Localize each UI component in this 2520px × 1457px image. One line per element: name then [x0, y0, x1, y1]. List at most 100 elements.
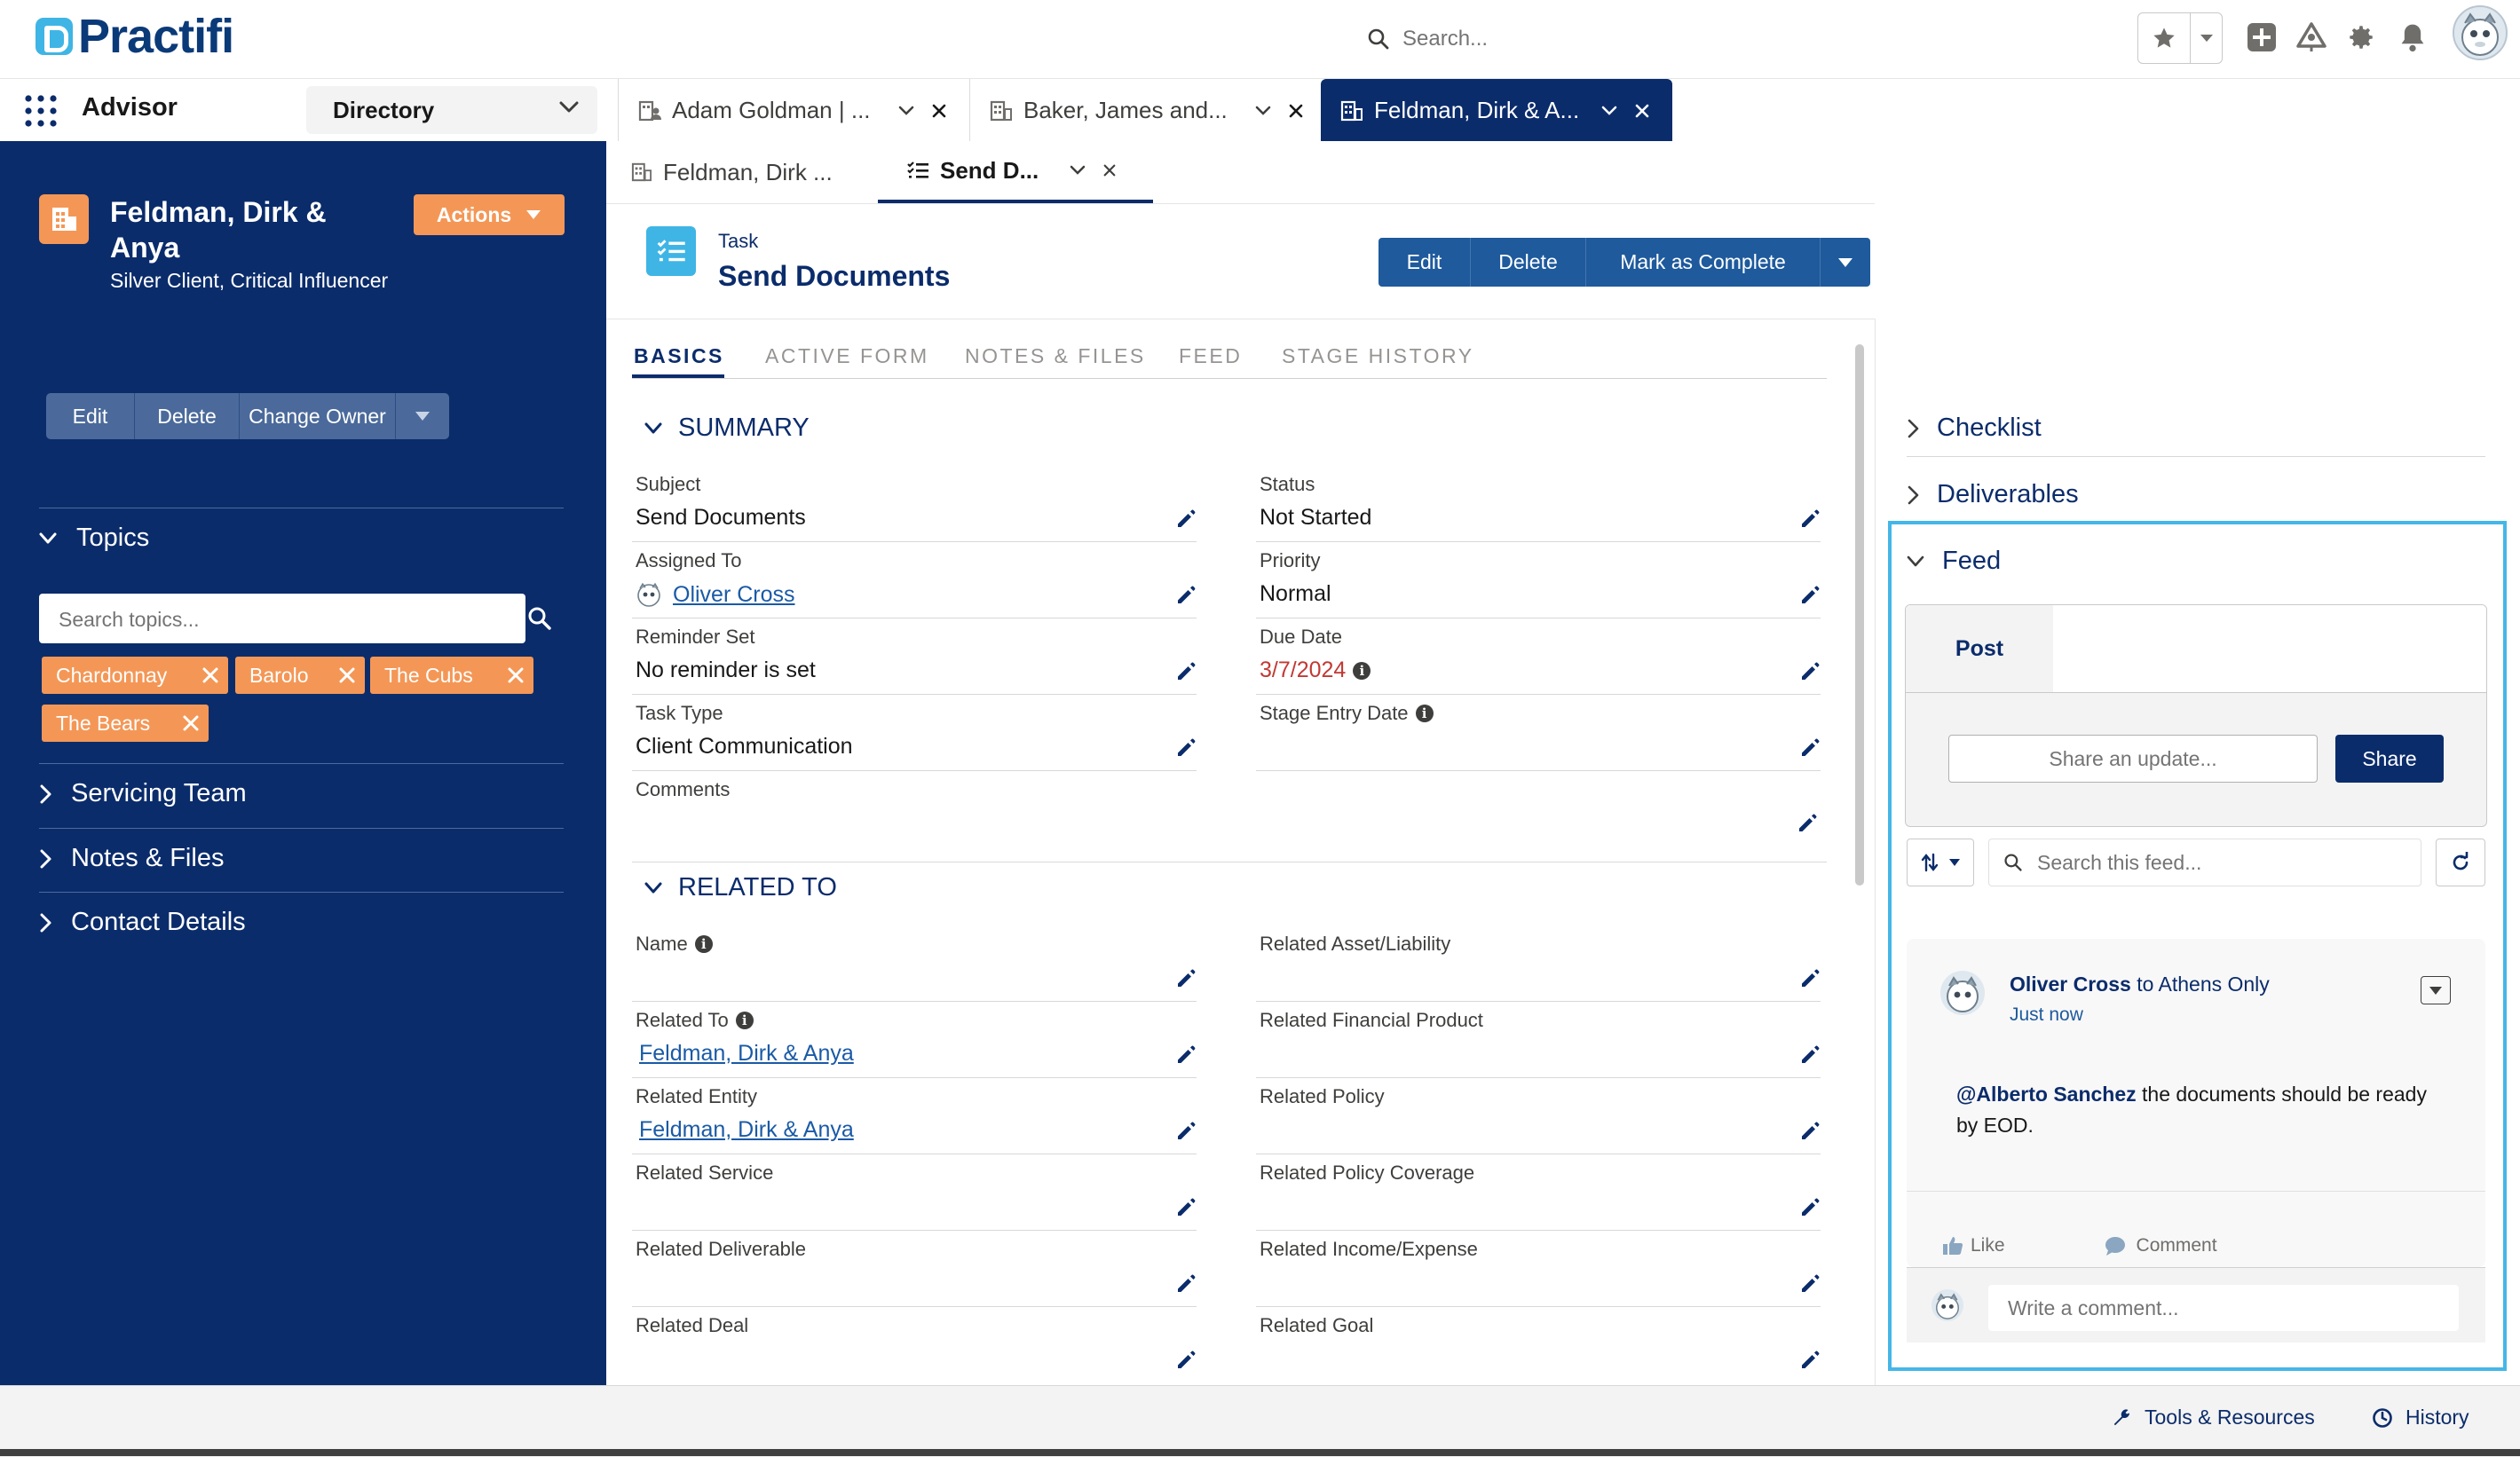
edit-pencil-icon[interactable]: [1175, 1044, 1197, 1066]
author-link[interactable]: Oliver Cross: [2010, 973, 2131, 996]
workspace-tab-baker-james[interactable]: Baker, James and...: [969, 79, 1321, 142]
global-add-icon[interactable]: [2244, 20, 2279, 55]
workspace-tab-feldman[interactable]: Feldman, Dirk & A...: [1321, 79, 1672, 142]
edit-pencil-icon[interactable]: [1799, 1121, 1821, 1142]
edit-pencil-icon[interactable]: [1175, 1121, 1197, 1142]
workspace-tab-adam-goldman[interactable]: Adam Goldman | ...: [618, 79, 969, 142]
post-timestamp[interactable]: Just now: [2010, 1004, 2083, 1026]
remove-topic-icon[interactable]: [507, 666, 525, 684]
global-search[interactable]: Search...: [1367, 20, 2077, 59]
close-icon[interactable]: [1102, 163, 1117, 177]
feed-search-input[interactable]: Search this feed...: [1988, 839, 2421, 886]
comment-button[interactable]: Comment: [2105, 1235, 2217, 1256]
servicing-team-section-header[interactable]: Servicing Team: [39, 779, 247, 808]
close-icon[interactable]: [931, 103, 947, 119]
info-icon[interactable]: i: [694, 935, 713, 953]
chevron-down-icon[interactable]: [897, 105, 915, 117]
delete-button[interactable]: Delete: [1471, 238, 1586, 287]
remove-topic-icon[interactable]: [201, 666, 219, 684]
chevron-down-icon[interactable]: [1069, 164, 1086, 177]
topic-chip[interactable]: The Cubs: [370, 657, 533, 694]
info-icon[interactable]: i: [1415, 705, 1434, 722]
edit-button[interactable]: Edit: [46, 393, 135, 439]
edit-pencil-icon[interactable]: [1799, 737, 1821, 759]
tab-active-form[interactable]: ACTIVE FORM: [765, 344, 929, 368]
history-button[interactable]: History: [2372, 1406, 2469, 1429]
tab-post[interactable]: Post: [1906, 605, 2053, 692]
like-button[interactable]: Like: [1942, 1235, 2005, 1256]
edit-pencil-icon[interactable]: [1175, 968, 1197, 989]
tab-feed[interactable]: FEED: [1179, 344, 1242, 368]
edit-pencil-icon[interactable]: [1175, 1273, 1197, 1295]
topics-section-header[interactable]: Topics: [39, 524, 149, 553]
share-update-input[interactable]: Share an update...: [1948, 735, 2318, 783]
edit-pencil-icon[interactable]: [1799, 508, 1821, 530]
contact-details-section-header[interactable]: Contact Details: [39, 908, 246, 937]
close-icon[interactable]: [1634, 103, 1650, 119]
tab-stage-history[interactable]: STAGE HISTORY: [1282, 344, 1474, 368]
practifi-logo[interactable]: Practifi: [36, 12, 234, 60]
related-to-section-header[interactable]: RELATED TO: [644, 873, 837, 902]
topic-chip[interactable]: The Bears: [42, 705, 209, 742]
notifications-bell-icon[interactable]: [2395, 20, 2430, 55]
settings-gear-icon[interactable]: [2343, 20, 2379, 55]
feed-section-header[interactable]: Feed: [1907, 547, 2001, 576]
group-link[interactable]: Athens Only: [2159, 973, 2270, 996]
favorites-star-icon[interactable]: [2138, 13, 2191, 63]
info-icon[interactable]: i: [1353, 661, 1371, 680]
topic-chip[interactable]: Chardonnay: [42, 657, 228, 694]
close-icon[interactable]: [1288, 103, 1304, 119]
more-actions-dropdown[interactable]: [1821, 238, 1870, 287]
deliverables-section-header[interactable]: Deliverables: [1907, 480, 2079, 509]
summary-section-header[interactable]: SUMMARY: [644, 413, 810, 443]
post-menu-dropdown[interactable]: [2421, 976, 2451, 1004]
edit-button[interactable]: Edit: [1378, 238, 1471, 287]
related-entity-link[interactable]: Feldman, Dirk & Anya: [639, 1117, 854, 1143]
user-avatar[interactable]: [2453, 5, 2508, 60]
assigned-user-link[interactable]: Oliver Cross: [673, 582, 795, 608]
share-button[interactable]: Share: [2335, 735, 2444, 783]
refresh-feed-button[interactable]: [2436, 839, 2485, 886]
app-launcher-icon[interactable]: [23, 93, 59, 129]
edit-pencil-icon[interactable]: [1799, 1350, 1821, 1371]
info-icon[interactable]: i: [735, 1012, 754, 1029]
chevron-down-icon[interactable]: [1600, 105, 1618, 117]
remove-topic-icon[interactable]: [182, 714, 200, 732]
change-owner-button[interactable]: Change Owner: [240, 393, 396, 439]
mark-as-complete-button[interactable]: Mark as Complete: [1586, 238, 1821, 287]
edit-pencil-icon[interactable]: [1799, 1273, 1821, 1295]
trailhead-icon[interactable]: [2294, 20, 2329, 55]
topic-chip[interactable]: Barolo: [235, 657, 365, 694]
tab-notes-files[interactable]: NOTES & FILES: [965, 344, 1146, 368]
delete-button[interactable]: Delete: [135, 393, 240, 439]
directory-nav-dropdown[interactable]: Directory: [306, 86, 597, 134]
edit-pencil-icon[interactable]: [1175, 508, 1197, 530]
edit-pencil-icon[interactable]: [1175, 1350, 1197, 1371]
edit-pencil-icon[interactable]: [1797, 813, 1818, 834]
edit-pencil-icon[interactable]: [1799, 585, 1821, 606]
search-icon[interactable]: [527, 606, 552, 631]
favorites-dropdown-icon[interactable]: [2191, 13, 2222, 63]
edit-pencil-icon[interactable]: [1175, 585, 1197, 606]
checklist-section-header[interactable]: Checklist: [1907, 413, 2042, 443]
center-scrollbar[interactable]: [1855, 344, 1864, 886]
subtab-send-documents[interactable]: Send D...: [878, 141, 1153, 203]
edit-pencil-icon[interactable]: [1175, 737, 1197, 759]
edit-pencil-icon[interactable]: [1175, 661, 1197, 682]
related-to-link[interactable]: Feldman, Dirk & Anya: [639, 1041, 854, 1067]
author-avatar[interactable]: [1940, 971, 1985, 1015]
actions-button[interactable]: Actions: [414, 194, 565, 235]
edit-pencil-icon[interactable]: [1799, 661, 1821, 682]
remove-topic-icon[interactable]: [338, 666, 356, 684]
more-actions-dropdown[interactable]: [396, 393, 449, 439]
edit-pencil-icon[interactable]: [1799, 1044, 1821, 1066]
notes-files-section-header[interactable]: Notes & Files: [39, 844, 224, 873]
subtab-feldman[interactable]: Feldman, Dirk ...: [631, 141, 889, 203]
feed-sort-button[interactable]: [1907, 839, 1974, 886]
topic-search-input[interactable]: Search topics...: [39, 594, 525, 643]
chevron-down-icon[interactable]: [1254, 105, 1272, 117]
tools-resources-button[interactable]: Tools & Resources: [2111, 1406, 2315, 1429]
comment-input[interactable]: Write a comment...: [1988, 1285, 2459, 1331]
tab-basics[interactable]: BASICS: [634, 344, 724, 368]
edit-pencil-icon[interactable]: [1175, 1197, 1197, 1218]
